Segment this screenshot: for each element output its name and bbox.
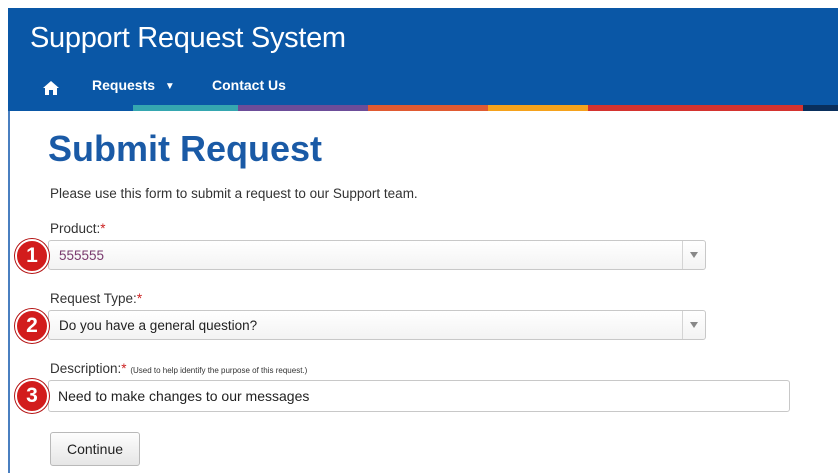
product-label: Product:* (50, 221, 106, 236)
header-bar: Support Request System Requests ▼ Contac… (8, 8, 838, 111)
intro-text: Please use this form to submit a request… (50, 186, 418, 201)
required-mark: * (121, 361, 127, 376)
dropdown-arrow-icon (682, 311, 705, 339)
product-label-text: Product: (50, 221, 101, 236)
app-title: Support Request System (30, 22, 346, 54)
left-border (8, 111, 10, 473)
dropdown-arrow-icon (682, 241, 705, 269)
nav-contact-us[interactable]: Contact Us (212, 77, 286, 93)
nav-requests-menu[interactable]: Requests ▼ (92, 77, 175, 93)
description-hint: (Used to help identify the purpose of th… (130, 366, 308, 375)
accent-stripes (8, 105, 838, 111)
request-type-label: Request Type:* (50, 291, 142, 306)
description-input[interactable] (48, 380, 790, 412)
home-icon[interactable] (42, 79, 60, 97)
description-label-text: Description: (50, 361, 122, 376)
continue-button[interactable]: Continue (50, 432, 140, 466)
required-mark: * (136, 291, 143, 306)
request-type-select[interactable]: Do you have a general question? (48, 310, 706, 340)
request-type-select-value: Do you have a general question? (59, 318, 258, 333)
product-select[interactable]: 555555 (48, 240, 706, 270)
product-select-value: 555555 (59, 248, 105, 263)
page-title: Submit Request (48, 128, 323, 169)
required-mark: * (100, 221, 106, 236)
description-label: Description:* (Used to help identify the… (50, 361, 307, 376)
step-badge-3: 3 (15, 379, 49, 413)
request-type-label-text: Request Type: (50, 291, 137, 306)
nav-requests-label: Requests (92, 77, 156, 93)
main-nav: Requests ▼ Contact Us (8, 74, 838, 104)
caret-down-icon: ▼ (164, 81, 175, 92)
step-badge-2: 2 (15, 309, 49, 343)
step-badge-1: 1 (15, 239, 49, 273)
